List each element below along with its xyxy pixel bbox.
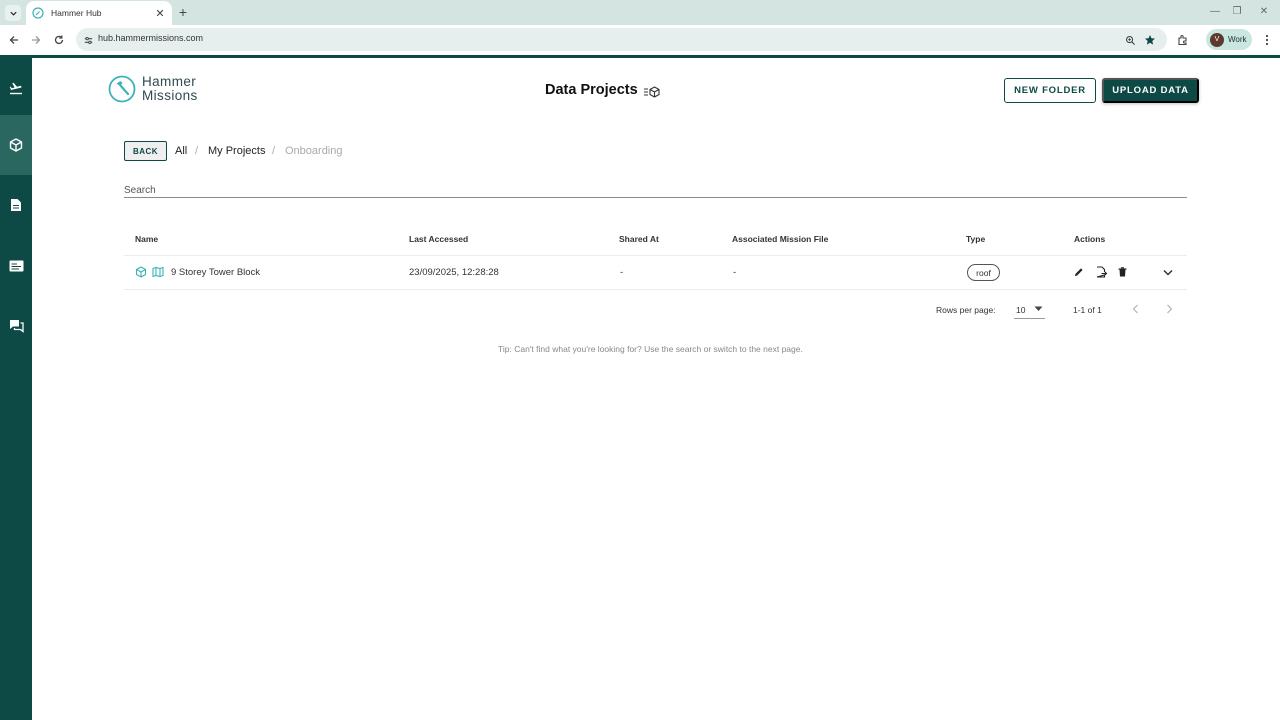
column-header-actions: Actions — [1074, 234, 1106, 244]
zoom-icon[interactable] — [1122, 32, 1138, 48]
forward-arrow-icon[interactable] — [28, 32, 44, 48]
column-header-last-accessed[interactable]: Last Accessed — [409, 234, 468, 244]
logo-line-1: Hammer — [142, 74, 197, 89]
breadcrumb-item-my-projects[interactable]: My Projects — [208, 145, 265, 157]
avatar: V — [1210, 32, 1224, 47]
page-title: Data Projects — [545, 82, 638, 98]
browser-menu-icon[interactable] — [1259, 32, 1275, 48]
expand-row-chevron-icon[interactable] — [1162, 266, 1174, 278]
tab-search-button[interactable] — [5, 5, 21, 21]
view-toggle-icon[interactable] — [643, 85, 661, 99]
logo-line-2: Missions — [142, 88, 198, 103]
document-icon — [11, 199, 21, 211]
pagination-range: 1-1 of 1 — [1073, 305, 1102, 315]
rows-per-page-select[interactable]: 10 — [1014, 300, 1045, 319]
type-chip: roof — [967, 264, 1000, 281]
extensions-icon[interactable] — [1175, 32, 1191, 48]
search-input[interactable] — [124, 183, 1187, 196]
profile-chip[interactable]: V Work — [1206, 29, 1252, 50]
back-arrow-icon[interactable] — [6, 32, 22, 48]
column-header-type[interactable]: Type — [966, 234, 985, 244]
sidebar-item-flights[interactable] — [0, 58, 32, 118]
row-name[interactable]: 9 Storey Tower Block — [171, 267, 260, 278]
next-page-icon[interactable] — [1162, 302, 1176, 316]
tab-title: Hammer Hub — [51, 8, 102, 18]
column-header-mission-file[interactable]: Associated Mission File — [732, 234, 828, 244]
tab-close-icon[interactable]: ✕ — [154, 7, 166, 20]
url-text: hub.hammermissions.com — [98, 33, 204, 43]
minimize-icon[interactable]: — — [1208, 4, 1222, 20]
hammer-logo-icon — [108, 75, 136, 103]
hammer-missions-logo[interactable]: Hammer Missions — [108, 74, 218, 104]
new-folder-button[interactable]: NEW FOLDER — [1004, 78, 1096, 103]
rows-per-page-value: 10 — [1016, 305, 1026, 315]
new-tab-button[interactable]: + — [176, 4, 190, 20]
restore-icon[interactable]: ❐ — [1230, 4, 1244, 20]
previous-page-icon[interactable] — [1128, 302, 1142, 316]
header-accent-line — [0, 55, 1280, 58]
search-field — [124, 180, 1187, 198]
close-window-icon[interactable]: ✕ — [1257, 4, 1271, 20]
site-settings-icon[interactable] — [80, 32, 96, 48]
rows-per-page-label: Rows per page: — [936, 305, 996, 315]
address-bar[interactable]: hub.hammermissions.com — [76, 28, 1167, 51]
sidebar-item-reports[interactable] — [0, 175, 32, 235]
column-header-name[interactable]: Name — [135, 234, 158, 244]
delete-icon[interactable] — [1116, 266, 1128, 278]
table-header: Name Last Accessed Shared At Associated … — [124, 222, 1187, 256]
flight-icon — [9, 82, 22, 95]
breadcrumb-separator: / — [272, 145, 276, 157]
map-icon — [152, 266, 164, 278]
hammer-favicon-icon — [32, 7, 44, 19]
dropdown-caret-icon — [1034, 306, 1043, 311]
bookmark-star-icon[interactable] — [1142, 32, 1158, 48]
profile-label: Work — [1228, 35, 1247, 44]
tip-text: Tip: Can't find what you're looking for?… — [498, 344, 803, 354]
cube-icon — [135, 266, 147, 278]
row-last-accessed: 23/09/2025, 12:28:28 — [409, 267, 499, 278]
sidebar-item-messages[interactable] — [0, 296, 32, 356]
breadcrumb-item-all[interactable]: All — [175, 145, 187, 157]
row-shared-at: - — [620, 267, 624, 278]
app-sidebar — [0, 58, 32, 720]
breadcrumb-item-current: Onboarding — [285, 145, 343, 157]
chevron-down-icon — [9, 11, 17, 16]
card-icon — [9, 260, 23, 272]
table-row[interactable]: 9 Storey Tower Block 23/09/2025, 12:28:2… — [124, 256, 1187, 290]
reload-icon[interactable] — [51, 32, 67, 48]
browser-toolbar: hub.hammermissions.com V Work — [0, 25, 1280, 55]
breadcrumb-separator: / — [195, 145, 199, 157]
sidebar-item-billing[interactable] — [0, 236, 32, 296]
back-button[interactable]: BACK — [124, 141, 167, 161]
row-mission-file: - — [733, 267, 737, 278]
column-header-shared-at[interactable]: Shared At — [619, 234, 659, 244]
export-file-icon[interactable] — [1095, 266, 1107, 278]
sidebar-item-data-projects[interactable] — [0, 115, 32, 175]
upload-data-button[interactable]: UPLOAD DATA — [1102, 78, 1199, 103]
cube-icon — [9, 138, 23, 152]
browser-tab-bar: Hammer Hub ✕ + — ❐ ✕ — [0, 0, 1280, 25]
edit-icon[interactable] — [1073, 266, 1085, 278]
browser-tab[interactable]: Hammer Hub ✕ — [26, 1, 172, 25]
chat-icon — [9, 320, 24, 333]
